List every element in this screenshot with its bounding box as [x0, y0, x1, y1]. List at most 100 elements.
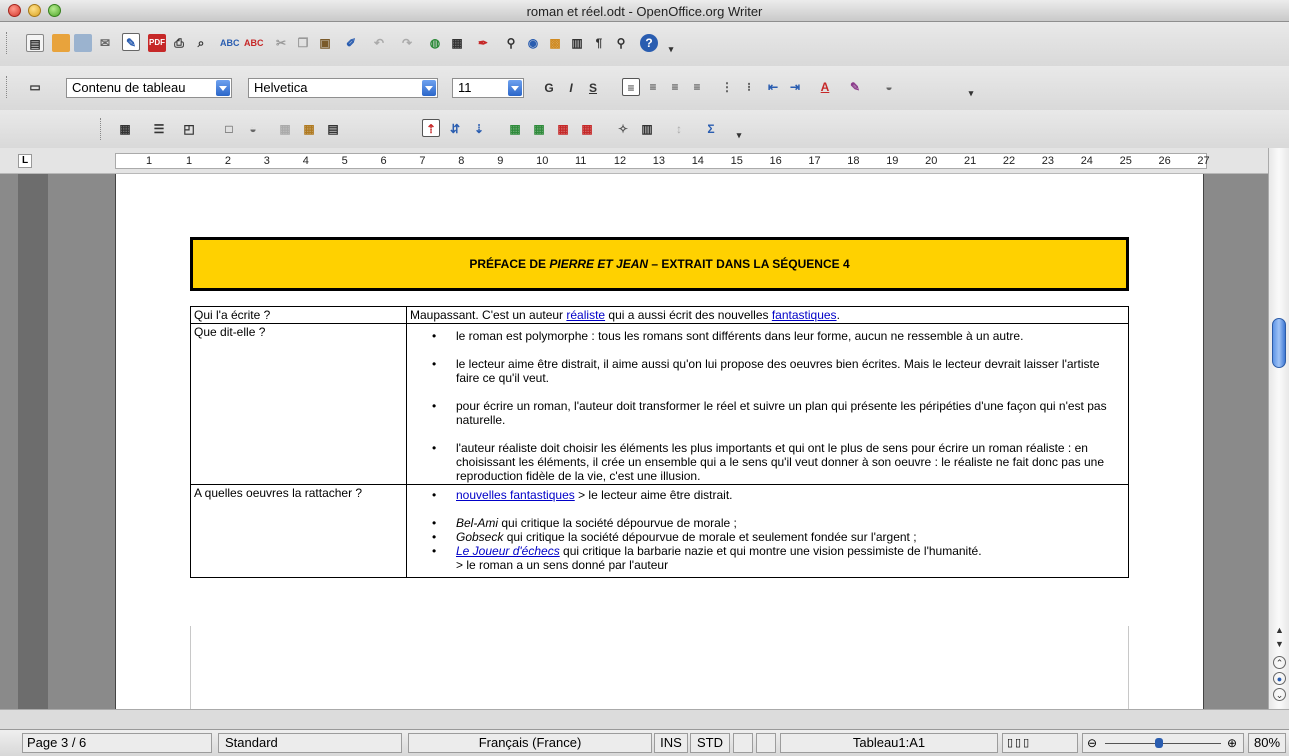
paste-icon[interactable]: ▣: [316, 34, 334, 52]
page-indicator[interactable]: Page 3 / 6: [22, 733, 212, 753]
toolbar-grip[interactable]: [100, 118, 103, 140]
scroll-thumb[interactable]: [1272, 318, 1286, 368]
align-bottom-icon[interactable]: ⇣: [470, 120, 488, 138]
styles-icon[interactable]: ▭: [26, 78, 44, 96]
split-cells-icon[interactable]: ▦: [300, 120, 318, 138]
vertical-scrollbar[interactable]: ▲ ▼ ⌃ ● ⌄: [1268, 148, 1289, 709]
table-cell-label[interactable]: Qui l'a écrite ?: [190, 306, 407, 324]
print-icon[interactable]: ⎙: [170, 34, 188, 52]
delete-row-icon[interactable]: ▦: [554, 120, 572, 138]
zoom-slider[interactable]: ⊖ ⊕: [1082, 733, 1244, 753]
gallery-icon[interactable]: ▩: [546, 34, 564, 52]
highlight-icon[interactable]: ✎: [846, 78, 864, 96]
chevron-down-icon[interactable]: [422, 80, 436, 96]
joueur-echecs-link[interactable]: Le Joueur d'échecs: [456, 544, 560, 558]
cut-icon[interactable]: ✂: [272, 34, 290, 52]
toolbar-grip[interactable]: [6, 76, 9, 98]
horizontal-scroll-area[interactable]: [0, 709, 1289, 729]
horizontal-ruler[interactable]: 1 1 2 3 4 5 6 7 8 9 10 11 12 13 14 15 16 17 18 19 20 21 22 23 24…: [115, 153, 1210, 169]
previous-page-icon[interactable]: ⌃: [1273, 656, 1286, 669]
zoom-icon[interactable]: ⚲: [612, 34, 630, 52]
open-icon[interactable]: [52, 34, 70, 52]
numbering-icon[interactable]: ⋮: [718, 78, 736, 96]
sort-icon[interactable]: ↕: [670, 120, 688, 138]
view-layout-icon[interactable]: ▯▯▯: [1002, 733, 1078, 753]
scroll-up-icon[interactable]: ▲: [1273, 624, 1286, 637]
clone-format-icon[interactable]: ✐: [342, 34, 360, 52]
align-center-icon[interactable]: ≡: [644, 78, 662, 96]
preview-icon[interactable]: ⌕: [192, 34, 210, 52]
merge-cells-icon[interactable]: ▦: [276, 120, 294, 138]
justify-icon[interactable]: ≡: [688, 78, 706, 96]
email-icon[interactable]: ✉: [96, 34, 114, 52]
autospell-icon[interactable]: ABC: [244, 34, 264, 52]
align-left-icon[interactable]: ≡: [622, 78, 640, 96]
bullets-icon[interactable]: ⁝: [740, 78, 758, 96]
zoom-handle[interactable]: [1155, 738, 1163, 748]
background-color-icon[interactable]: ◒: [880, 78, 898, 96]
align-top-icon[interactable]: ⇡: [422, 119, 440, 137]
chevron-down-icon[interactable]: [216, 80, 230, 96]
document-page[interactable]: PRÉFACE DE PIERRE ET JEAN – EXTRAIT DANS…: [115, 174, 1204, 716]
autoformat-icon[interactable]: ✧: [614, 120, 632, 138]
pdf-icon[interactable]: PDF: [148, 34, 166, 52]
decrease-indent-icon[interactable]: ⇤: [764, 78, 782, 96]
save-icon[interactable]: [74, 34, 92, 52]
font-size-select[interactable]: 11: [452, 78, 524, 98]
fantastiques-link[interactable]: fantastiques: [772, 308, 837, 322]
table-cell-content[interactable]: Maupassant. C'est un auteur réaliste qui…: [406, 306, 1129, 324]
align-center-vertical-icon[interactable]: ⇵: [446, 120, 464, 138]
toolbar-overflow-icon[interactable]: ▾: [730, 126, 748, 144]
optimize-icon[interactable]: ▤: [324, 120, 342, 138]
formatting-marks-icon[interactable]: ¶: [590, 34, 608, 52]
next-page-icon[interactable]: ⌄: [1273, 688, 1286, 701]
font-color-icon[interactable]: A: [816, 78, 834, 96]
find-icon[interactable]: ⚲: [502, 34, 520, 52]
selection-mode-indicator[interactable]: STD: [690, 733, 730, 753]
zoom-out-icon[interactable]: ⊖: [1087, 734, 1097, 752]
table-cell-label[interactable]: A quelles oeuvres la rattacher ?: [190, 484, 407, 578]
realiste-link[interactable]: réaliste: [566, 308, 605, 322]
language-indicator[interactable]: Français (France): [408, 733, 652, 753]
navigator-icon[interactable]: ◉: [524, 34, 542, 52]
sum-icon[interactable]: Σ: [702, 120, 720, 138]
insert-column-icon[interactable]: ▦: [530, 120, 548, 138]
chevron-down-icon[interactable]: [508, 80, 522, 96]
paragraph-style-select[interactable]: Contenu de tableau: [66, 78, 232, 98]
datasource-icon[interactable]: ▥: [568, 34, 586, 52]
bold-icon[interactable]: G: [540, 79, 558, 97]
borders-icon[interactable]: □: [220, 120, 238, 138]
content-table[interactable]: Qui l'a écrite ? Maupassant. C'est un au…: [190, 306, 1129, 578]
table-cell-label[interactable]: Que dit-elle ?: [190, 323, 407, 485]
scroll-down-icon[interactable]: ▼: [1273, 638, 1286, 651]
increase-indent-icon[interactable]: ⇥: [786, 78, 804, 96]
toolbar-overflow-icon[interactable]: ▾: [662, 40, 680, 58]
spellcheck-icon[interactable]: ABC: [220, 34, 240, 52]
background-color-icon[interactable]: ◒: [244, 120, 262, 138]
delete-column-icon[interactable]: ▦: [578, 120, 596, 138]
help-icon[interactable]: ?: [640, 34, 658, 52]
table-properties-icon[interactable]: ▥: [638, 120, 656, 138]
redo-icon[interactable]: ↷: [398, 34, 416, 52]
zoom-in-icon[interactable]: ⊕: [1227, 734, 1237, 752]
font-name-select[interactable]: Helvetica: [248, 78, 438, 98]
table-icon[interactable]: ▦: [448, 34, 466, 52]
page-style-indicator[interactable]: Standard: [218, 733, 402, 753]
hyperlink-icon[interactable]: ◍: [426, 34, 444, 52]
edit-icon[interactable]: ✎: [122, 33, 140, 51]
navigation-icon[interactable]: ●: [1273, 672, 1286, 685]
align-right-icon[interactable]: ≡: [666, 78, 684, 96]
insert-row-icon[interactable]: ▦: [506, 120, 524, 138]
italic-icon[interactable]: I: [562, 79, 580, 97]
new-icon[interactable]: ▤: [26, 34, 44, 52]
toolbar-grip[interactable]: [6, 32, 9, 54]
undo-icon[interactable]: ↶: [370, 34, 388, 52]
document-banner[interactable]: PRÉFACE DE PIERRE ET JEAN – EXTRAIT DANS…: [190, 237, 1129, 291]
insert-mode-indicator[interactable]: INS: [654, 733, 688, 753]
table-cell-content[interactable]: nouvelles fantastiques > le lecteur aime…: [406, 484, 1129, 578]
toolbar-overflow-icon[interactable]: ▾: [962, 84, 980, 102]
copy-icon[interactable]: ❐: [294, 34, 312, 52]
zoom-value[interactable]: 80%: [1248, 733, 1286, 753]
table-cell-content[interactable]: le roman est polymorphe : tous les roman…: [406, 323, 1129, 485]
nouvelles-fantastiques-link[interactable]: nouvelles fantastiques: [456, 488, 575, 502]
